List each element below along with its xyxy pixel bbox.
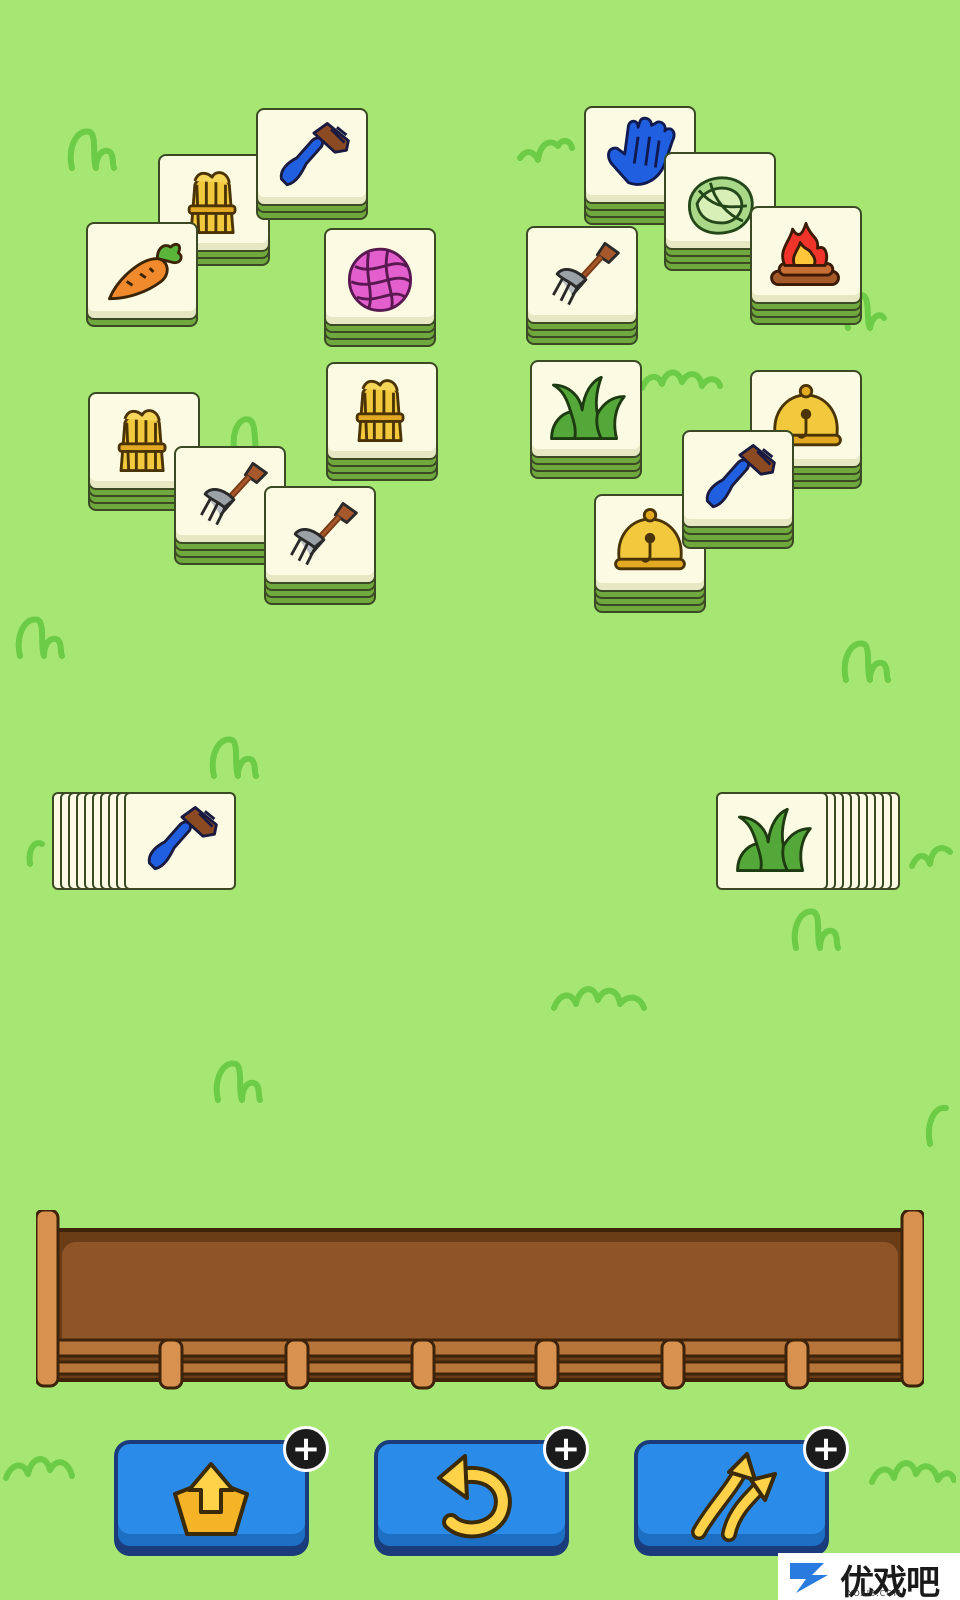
move-out-button[interactable]: + xyxy=(114,1426,329,1558)
brush-icon xyxy=(279,122,350,187)
bell-icon xyxy=(614,508,686,571)
brush-icon xyxy=(147,806,218,871)
box-arrow-up-icon xyxy=(173,1462,249,1536)
tile-carrot[interactable] xyxy=(86,222,198,334)
stack-top-card[interactable] xyxy=(124,792,236,890)
tile-brush[interactable] xyxy=(682,430,794,549)
rake-icon xyxy=(552,241,620,306)
tile-brush[interactable] xyxy=(256,108,368,220)
grass-decoration xyxy=(926,1104,949,1147)
grass-decoration xyxy=(15,616,65,659)
tile-yarn[interactable] xyxy=(324,228,436,347)
watermark: 优戏吧 YOXI8.COM xyxy=(778,1553,960,1600)
game-board: + + + 优戏吧 YOXI8.COM xyxy=(0,0,960,1600)
campfire-icon xyxy=(770,221,840,287)
wheat-icon xyxy=(355,379,405,443)
right-card-stack[interactable] xyxy=(716,792,916,892)
add-badge[interactable]: + xyxy=(803,1426,849,1472)
watermark-subtext: YOXI8.COM xyxy=(848,1589,902,1598)
tile-campfire[interactable] xyxy=(750,206,862,325)
tile-tray xyxy=(36,1210,924,1390)
tile-grass[interactable] xyxy=(530,360,642,479)
add-badge[interactable]: + xyxy=(283,1426,329,1472)
grass-decoration xyxy=(841,640,891,683)
shuffle-arrows-icon xyxy=(691,1452,777,1542)
grass-decoration xyxy=(791,908,841,951)
watermark-logo-icon xyxy=(790,1563,828,1593)
grass-decoration xyxy=(213,1060,263,1103)
grass-decoration xyxy=(639,369,723,391)
add-badge[interactable]: + xyxy=(543,1426,589,1472)
grass-decoration xyxy=(551,986,647,1011)
rake-icon xyxy=(290,501,358,566)
shuffle-button[interactable]: + xyxy=(634,1426,849,1558)
grass-decoration xyxy=(517,138,575,163)
grass-decoration xyxy=(3,1456,75,1481)
grass-icon xyxy=(736,807,812,873)
tile-wheat[interactable] xyxy=(326,362,438,481)
yarn-icon xyxy=(347,247,413,312)
tile-rake[interactable] xyxy=(264,486,376,605)
stack-top-card[interactable] xyxy=(716,792,828,890)
grass-icon xyxy=(550,375,626,441)
grass-decoration xyxy=(209,736,259,779)
undo-arrow-icon xyxy=(437,1454,512,1539)
tile-rake[interactable] xyxy=(526,226,638,345)
rake-icon xyxy=(200,461,268,526)
brush-icon xyxy=(705,444,776,509)
undo-button[interactable]: + xyxy=(374,1426,589,1558)
left-card-stack[interactable] xyxy=(52,792,252,892)
carrot-icon xyxy=(108,242,183,301)
grass-decoration xyxy=(869,1460,956,1485)
grass-decoration xyxy=(67,128,117,171)
